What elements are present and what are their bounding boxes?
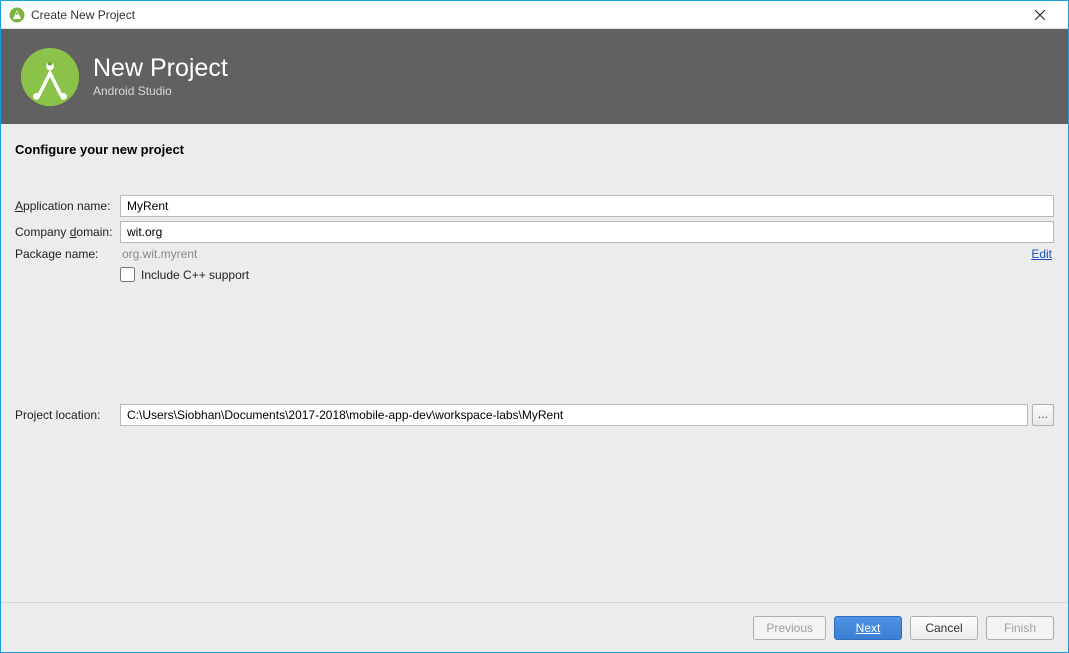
banner: New Project Android Studio [1, 29, 1068, 124]
banner-text: New Project Android Studio [93, 55, 228, 99]
project-location-row: Project location: … [15, 404, 1054, 426]
cpp-support-label: Include C++ support [141, 268, 249, 282]
app-icon [9, 7, 25, 23]
company-domain-label: Company domain: [15, 225, 120, 239]
cancel-button[interactable]: Cancel [910, 616, 978, 640]
cpp-support-checkbox[interactable] [120, 267, 135, 282]
next-button[interactable]: Next [834, 616, 902, 640]
cpp-support-row: Include C++ support [120, 267, 1054, 282]
close-button[interactable] [1020, 2, 1060, 28]
previous-button: Previous [753, 616, 826, 640]
banner-title: New Project [93, 55, 228, 83]
project-location-label: Project location: [15, 408, 120, 422]
app-name-input[interactable] [120, 195, 1054, 217]
titlebar: Create New Project [1, 1, 1068, 29]
app-name-row: Application name: [15, 195, 1054, 217]
android-studio-logo-icon [19, 46, 81, 108]
package-name-value: org.wit.myrent [120, 247, 1031, 261]
window-title: Create New Project [31, 8, 1020, 22]
banner-subtitle: Android Studio [93, 84, 228, 98]
content-area: Configure your new project Application n… [1, 124, 1068, 602]
package-name-row: Package name: org.wit.myrent Edit [15, 247, 1054, 261]
finish-button: Finish [986, 616, 1054, 640]
section-title: Configure your new project [15, 142, 1054, 157]
package-name-label: Package name: [15, 247, 120, 261]
company-domain-input[interactable] [120, 221, 1054, 243]
browse-button[interactable]: … [1032, 404, 1054, 426]
footer: Previous Next Cancel Finish [1, 602, 1068, 652]
project-location-input[interactable] [120, 404, 1028, 426]
edit-package-link[interactable]: Edit [1031, 247, 1052, 261]
company-domain-row: Company domain: [15, 221, 1054, 243]
app-name-label: Application name: [15, 199, 120, 213]
